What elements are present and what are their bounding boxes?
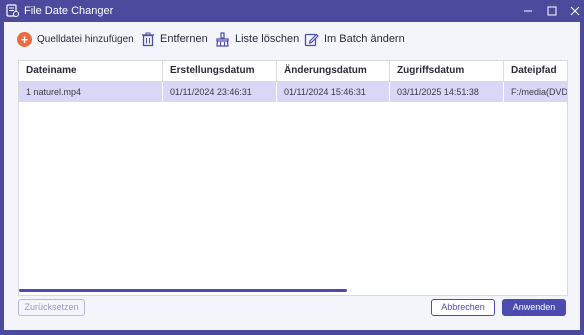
edit-icon [304,33,319,46]
app-logo-icon [6,4,19,17]
window-title: File Date Changer [24,5,114,17]
maximize-icon[interactable] [544,3,560,19]
trash-icon [142,32,154,46]
plus-circle-icon: + [17,31,32,47]
column-header-filepath[interactable]: Dateipfad [503,61,567,81]
cancel-button[interactable]: Abbrechen [431,299,495,316]
add-source-file-button[interactable]: + Quelldatei hinzufügen [17,30,134,48]
cell-created: 01/11/2024 23:46:31 [162,82,276,102]
column-header-modified[interactable]: Änderungsdatum [276,61,389,81]
table-header: Dateiname Erstellungsdatum Änderungsdatu… [19,61,567,82]
remove-button[interactable]: Entfernen [141,30,208,48]
cell-modified: 01/11/2024 15:46:31 [276,82,389,102]
table-row[interactable]: 1 naturel.mp4 01/11/2024 23:46:31 01/11/… [19,82,567,102]
cell-accessed: 03/11/2025 14:51:38 [389,82,503,102]
cell-filename: 1 naturel.mp4 [26,87,82,97]
reset-button[interactable]: Zurücksetzen [18,299,85,316]
column-header-created[interactable]: Erstellungsdatum [162,61,276,81]
file-table: Dateiname Erstellungsdatum Änderungsdatu… [18,60,568,296]
clear-list-button[interactable]: Liste löschen [215,30,299,48]
footer: Zurücksetzen Abbrechen Anwenden [4,288,580,330]
minimize-icon[interactable] [520,3,536,19]
title-bar: File Date Changer [0,0,584,22]
close-icon[interactable] [567,3,583,19]
column-header-filename[interactable]: Dateiname [19,61,162,81]
main-panel: + Quelldatei hinzufügen Entfernen Liste … [4,22,580,330]
cell-filepath: F:/media(DVD2 [503,82,567,102]
add-source-file-label: Quelldatei hinzufügen [37,33,134,45]
batch-edit-label: Im Batch ändern [324,33,405,45]
remove-label: Entfernen [160,33,208,45]
broom-icon [216,31,229,47]
batch-edit-button[interactable]: Im Batch ändern [304,30,405,48]
column-header-accessed[interactable]: Zugriffsdatum [389,61,503,81]
apply-button[interactable]: Anwenden [502,299,566,316]
toolbar: + Quelldatei hinzufügen Entfernen Liste … [4,22,580,56]
clear-list-label: Liste löschen [235,33,300,45]
